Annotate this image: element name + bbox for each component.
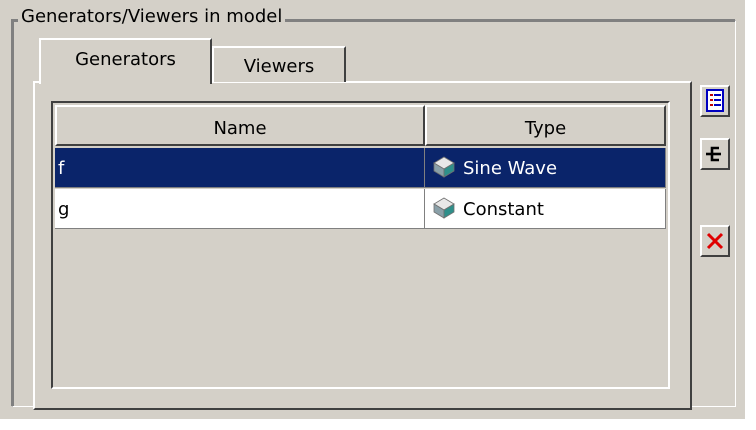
- cell-name: f: [55, 148, 425, 188]
- table-row[interactable]: g Constant: [55, 189, 666, 230]
- cell-type-label: Constant: [463, 199, 544, 220]
- table-header: Name Type: [55, 105, 666, 146]
- properties-button[interactable]: [700, 85, 730, 117]
- cell-name: g: [55, 189, 425, 229]
- column-header-type[interactable]: Type: [425, 105, 666, 146]
- cell-type: Sine Wave: [425, 148, 666, 188]
- table-row[interactable]: f Sine Wave: [55, 148, 666, 189]
- connector-icon: [706, 146, 721, 162]
- document-list-icon: [706, 89, 724, 112]
- groupbox-legend: Generators/Viewers in model: [18, 6, 286, 28]
- column-header-name[interactable]: Name: [55, 105, 425, 146]
- delete-x-icon: [706, 232, 724, 250]
- cell-type: Constant: [425, 189, 666, 229]
- cube-icon: [433, 197, 455, 219]
- cube-icon: [433, 156, 455, 178]
- connect-button[interactable]: [700, 138, 730, 170]
- tab-viewers[interactable]: Viewers: [212, 46, 346, 82]
- tab-generators[interactable]: Generators: [39, 38, 212, 84]
- generators-table: Name Type f Sine Wave g Constant: [51, 101, 670, 389]
- cell-type-label: Sine Wave: [463, 158, 558, 179]
- delete-button[interactable]: [700, 225, 730, 257]
